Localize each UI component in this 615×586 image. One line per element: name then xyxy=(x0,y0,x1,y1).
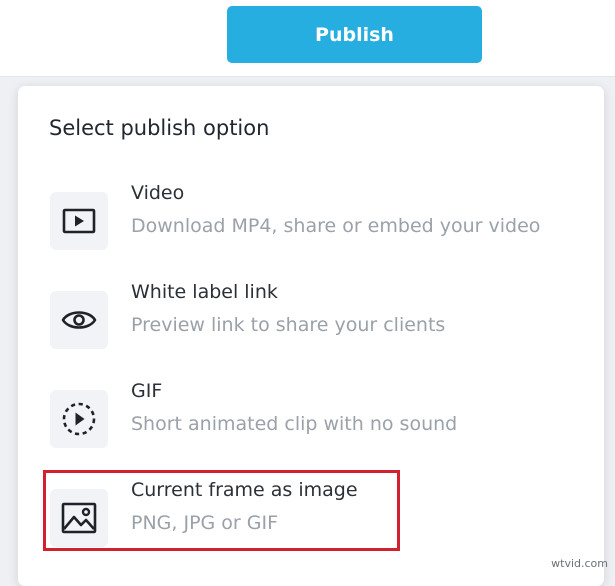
option-title: Video xyxy=(131,182,185,204)
option-description: Download MP4, share or embed your video xyxy=(131,215,541,237)
option-description: PNG, JPG or GIF xyxy=(131,512,279,534)
publish-option-gif[interactable]: GIF Short animated clip with no sound xyxy=(44,380,580,466)
option-title: Current frame as image xyxy=(131,479,358,501)
video-play-icon xyxy=(50,192,108,250)
option-description: Short animated clip with no sound xyxy=(131,413,458,435)
option-description: Preview link to share your clients xyxy=(131,314,446,336)
publish-button[interactable]: Publish xyxy=(227,6,482,63)
top-bar-divider xyxy=(0,76,615,77)
publish-options-panel: Select publish option Video Download MP4… xyxy=(18,86,604,586)
publish-option-current-frame-image[interactable]: Current frame as image PNG, JPG or GIF xyxy=(44,479,580,565)
option-title: GIF xyxy=(131,380,163,402)
panel-title: Select publish option xyxy=(49,116,270,140)
watermark: wtvid.com xyxy=(551,557,608,570)
option-title: White label link xyxy=(131,281,278,303)
image-icon xyxy=(50,489,108,547)
publish-option-video[interactable]: Video Download MP4, share or embed your … xyxy=(44,182,580,268)
publish-option-white-label-link[interactable]: White label link Preview link to share y… xyxy=(44,281,580,367)
gif-dashed-play-icon xyxy=(50,390,108,448)
eye-icon xyxy=(50,291,108,349)
